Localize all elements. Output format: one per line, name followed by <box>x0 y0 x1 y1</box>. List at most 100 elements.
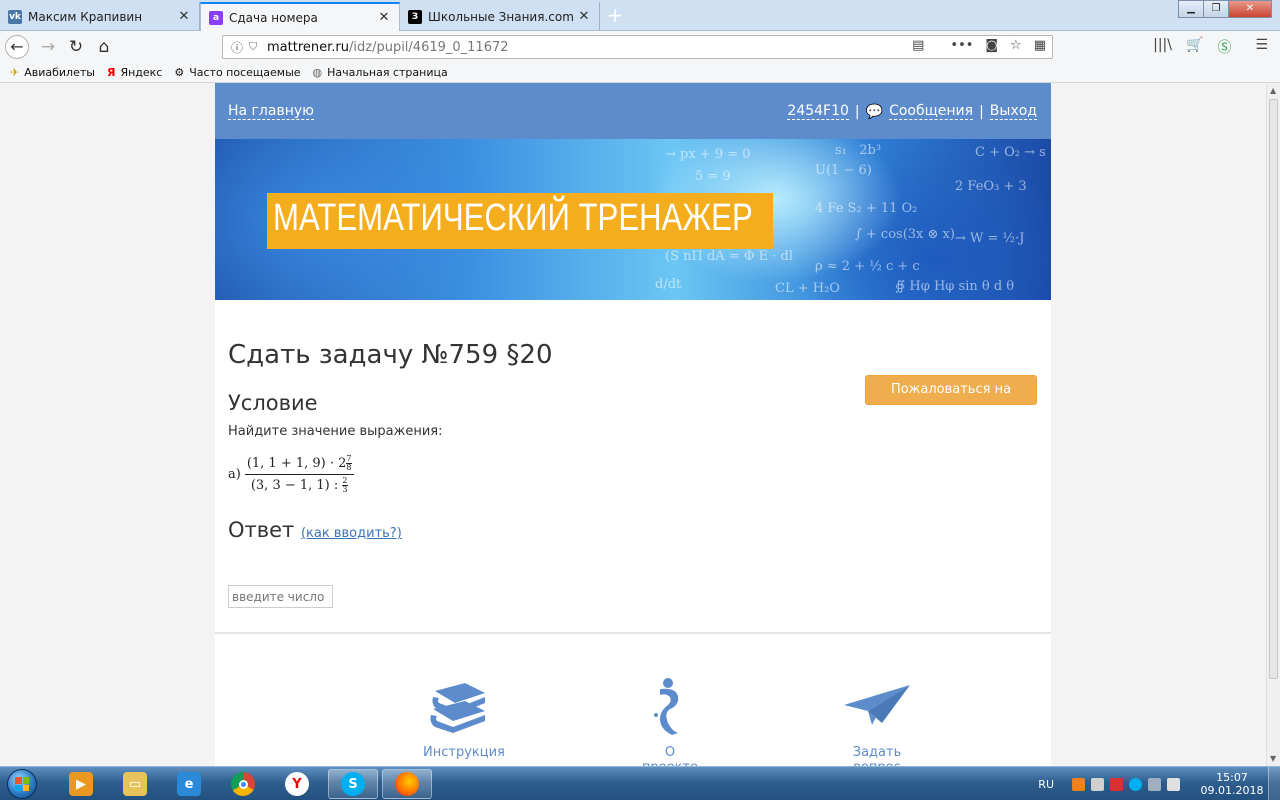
home-link[interactable]: На главную <box>228 103 314 120</box>
close-icon[interactable]: ✕ <box>177 9 191 24</box>
home-button[interactable]: ⌂ <box>92 35 116 59</box>
close-icon[interactable]: ✕ <box>377 10 391 25</box>
menu-icon[interactable]: ☰ <box>1255 37 1268 57</box>
taskbar-skype[interactable]: S <box>328 769 378 799</box>
back-button[interactable]: ← <box>5 35 29 59</box>
footer-about-link[interactable]: О проекте <box>635 673 705 766</box>
page-viewport: На главную 2454F10 | 💬 Сообщения | Выход… <box>0 83 1266 766</box>
logout-link[interactable]: Выход <box>989 103 1037 120</box>
tab-title: Сдача номера <box>229 10 318 25</box>
taskbar-explorer[interactable]: ▭ <box>110 769 160 799</box>
nav-separator: | <box>854 103 860 120</box>
library-icon[interactable]: |||\ <box>1153 37 1172 57</box>
footer-ask-link[interactable]: Задать вопрос <box>832 673 922 766</box>
window-controls: ▁ ❐ ✕ <box>1178 0 1272 18</box>
denominator-text: (3, 3 − 1, 1) : <box>250 478 343 493</box>
bookmark-yandex[interactable]: Я Яндекс <box>107 66 162 79</box>
yandex-a-icon: a <box>209 10 223 25</box>
frac-den: 3 <box>342 485 348 494</box>
condition-heading: Условие <box>228 391 318 415</box>
plane-icon: ✈ <box>10 66 20 79</box>
bookmark-label: Авиабилеты <box>24 66 95 79</box>
reader-view-icon[interactable]: ▤ <box>912 38 924 53</box>
scroll-up-icon[interactable]: ▲ <box>1270 86 1276 95</box>
bookmark-aviabilety[interactable]: ✈ Авиабилеты <box>10 66 95 79</box>
footer-instruction-link[interactable]: Инструкция <box>423 673 505 760</box>
page-container: На главную 2454F10 | 💬 Сообщения | Выход… <box>215 83 1051 766</box>
yandex-browser-icon: Y <box>285 772 309 796</box>
tray-network-icon[interactable] <box>1110 777 1123 791</box>
minimize-button[interactable]: ▁ <box>1178 0 1204 18</box>
section-divider <box>215 632 1051 634</box>
banner-title: МАТЕМАТИЧЕСКИЙ ТРЕНАЖЕР <box>273 197 753 239</box>
internet-explorer-icon: e <box>177 772 201 796</box>
extension-s-icon[interactable]: Ⓢ <box>1217 37 1231 57</box>
folder-icon: ▭ <box>123 772 147 796</box>
bookmark-start-page[interactable]: ◍ Начальная страница <box>313 66 448 79</box>
user-id-link[interactable]: 2454F10 <box>787 103 849 120</box>
new-tab-button[interactable]: + <box>604 4 626 26</box>
url-path: /idz/pupil/4619_0_11672 <box>349 39 509 55</box>
volume-icon[interactable] <box>1167 777 1180 791</box>
vk-icon: vk <box>8 9 22 24</box>
tab-znanija[interactable]: З Школьные Знания.com - Реш ✕ <box>400 2 600 31</box>
skype-icon: S <box>341 772 365 796</box>
taskbar-yandex-browser[interactable]: Y <box>272 769 322 799</box>
page-scrollbar[interactable]: ▲ ▼ <box>1266 83 1280 766</box>
condition-text: Найдите значение выражения: <box>228 424 443 439</box>
qr-icon[interactable]: ▦ <box>1034 38 1046 53</box>
language-indicator[interactable]: RU <box>1038 778 1054 791</box>
scroll-thumb[interactable] <box>1269 99 1278 679</box>
tab-title: Школьные Знания.com - Реш <box>428 9 577 24</box>
taskbar-chrome[interactable] <box>218 769 268 799</box>
taskbar-media-player[interactable]: ▶ <box>56 769 106 799</box>
page-actions-icon[interactable]: ••• <box>950 38 973 53</box>
tray-device-icon[interactable] <box>1091 777 1104 791</box>
chrome-icon <box>231 772 255 796</box>
tracking-shield-icon[interactable]: ⛉ <box>249 40 267 54</box>
clock-time: 15:07 <box>1216 771 1248 784</box>
tray-monitor-icon[interactable] <box>1148 777 1161 791</box>
bookmark-label: Часто посещаемые <box>189 66 301 79</box>
yandex-icon: Я <box>106 66 116 79</box>
show-desktop-button[interactable] <box>1268 767 1280 800</box>
taskbar-ie[interactable]: e <box>164 769 214 799</box>
globe-icon: ◍ <box>312 66 323 79</box>
start-button[interactable] <box>2 767 42 800</box>
close-icon[interactable]: ✕ <box>577 9 591 24</box>
pocket-icon[interactable]: ◙ <box>985 38 998 53</box>
clock[interactable]: 15:07 09.01.2018 <box>1196 771 1268 797</box>
nav-separator: | <box>979 103 984 120</box>
maximize-button[interactable]: ❐ <box>1203 0 1229 18</box>
bookmarks-bar: ✈ Авиабилеты Я Яндекс ⚙ Часто посещаемые… <box>0 63 1280 83</box>
page-title: Сдать задачу №759 §20 <box>228 340 553 370</box>
forward-button[interactable]: → <box>36 35 60 59</box>
answer-heading-text: Ответ <box>228 518 295 542</box>
books-icon <box>430 683 485 733</box>
url-bar[interactable]: ⓘ ⛉ mattrener.ru/idz/pupil/4619_0_11672 … <box>222 35 1053 59</box>
expression-denominator: (3, 3 − 1, 1) : 23 <box>251 475 348 494</box>
tray-app-icon[interactable] <box>1072 777 1085 791</box>
site-banner: → px + 9 = 0 s₁ 2b³ C + O₂ → s 5 = 9 U(1… <box>215 139 1051 300</box>
scroll-down-icon[interactable]: ▼ <box>1270 754 1276 763</box>
bookmark-label: Яндекс <box>120 66 163 79</box>
cart-icon[interactable]: 🛒 <box>1186 37 1203 57</box>
tray-skype-icon[interactable] <box>1129 777 1142 791</box>
how-to-input-link[interactable]: (как вводить?) <box>301 526 402 541</box>
nav-bar: ← → ↻ ⌂ ⓘ ⛉ mattrener.ru/idz/pupil/4619_… <box>0 31 1280 63</box>
taskbar-firefox[interactable] <box>382 769 432 799</box>
reload-button[interactable]: ↻ <box>64 35 88 59</box>
bookmark-frequent[interactable]: ⚙ Часто посещаемые <box>174 66 300 79</box>
close-window-button[interactable]: ✕ <box>1228 0 1272 18</box>
bookmark-star-icon[interactable]: ☆ <box>1010 38 1022 53</box>
info-icon[interactable]: ⓘ <box>231 39 249 56</box>
footer-about-label: О проекте <box>642 745 698 766</box>
tab-title: Максим Крапивин <box>28 9 143 24</box>
tab-active[interactable]: a Сдача номера ✕ <box>200 2 400 31</box>
answer-input[interactable] <box>228 585 333 608</box>
tab-vk[interactable]: vk Максим Крапивин ✕ <box>0 2 200 31</box>
media-player-icon: ▶ <box>69 772 93 796</box>
footer-links: Инструкция О проекте Задать вопрос <box>215 663 1051 766</box>
complain-button[interactable]: Пожаловаться на задачу <box>865 375 1037 425</box>
messages-link[interactable]: Сообщения <box>889 103 974 120</box>
